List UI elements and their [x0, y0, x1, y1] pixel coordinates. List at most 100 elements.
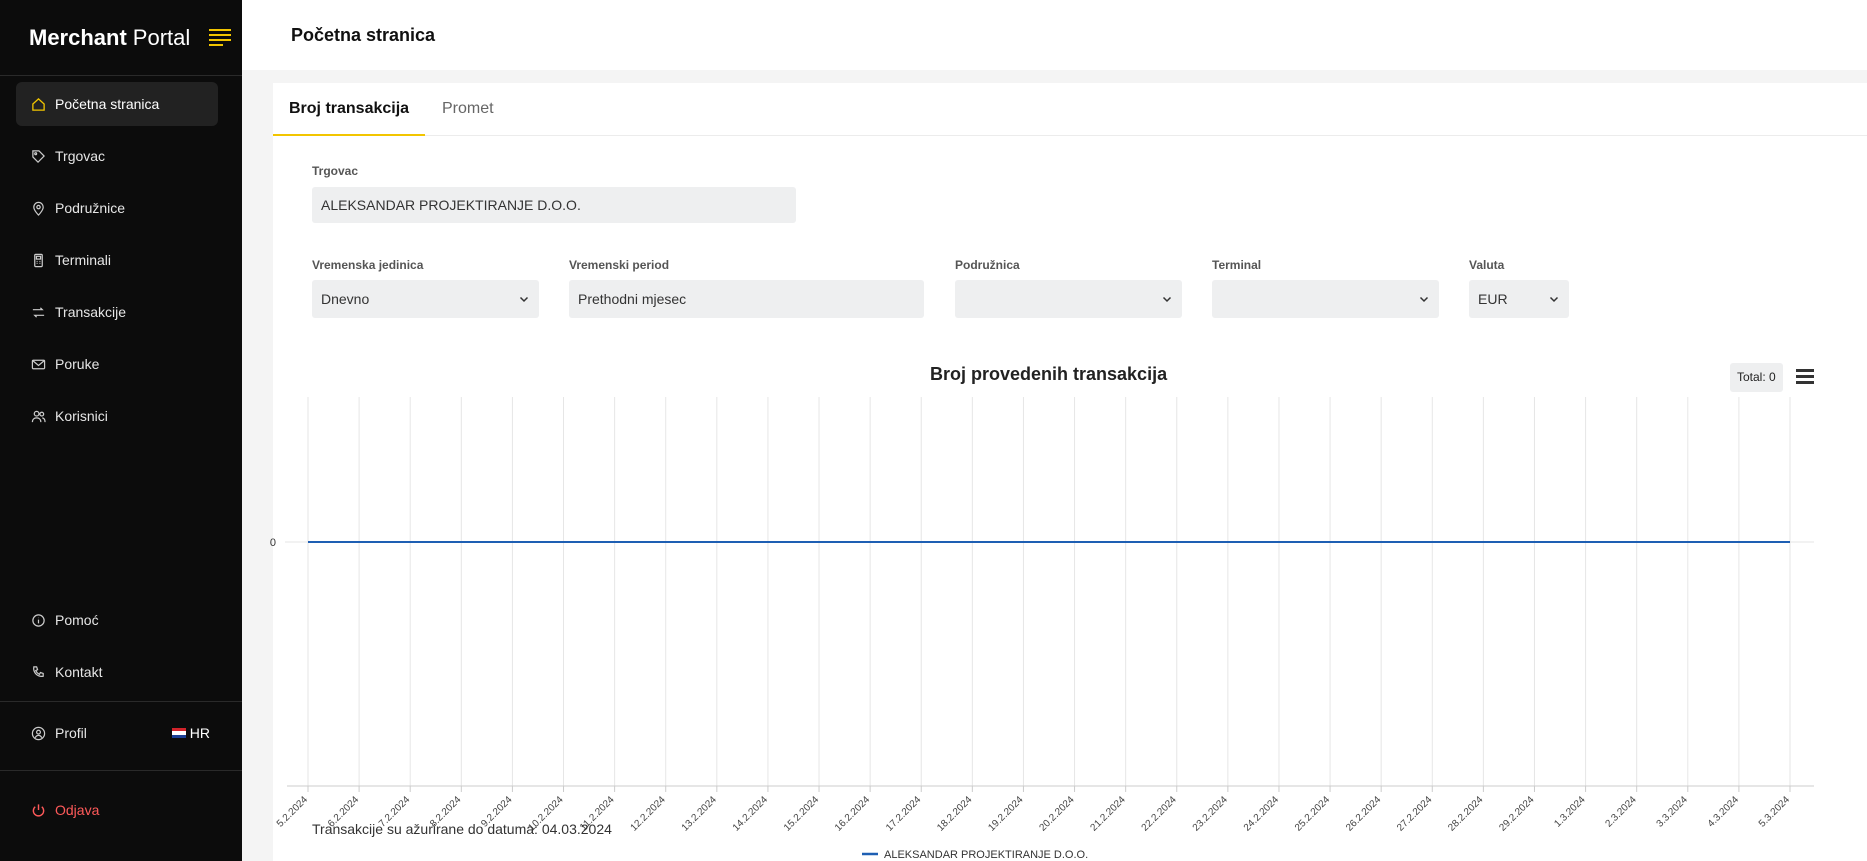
sidebar-item-podruznice[interactable]: Podružnice [16, 186, 218, 230]
power-icon [32, 803, 45, 817]
x-tick-label: 22.2.2024 [1140, 794, 1180, 834]
sidebar-item-korisnici[interactable]: Korisnici [16, 394, 218, 438]
croatia-flag-icon [171, 728, 186, 738]
x-tick-label: 27.2.2024 [1395, 794, 1435, 834]
sidebar-item-label: Transakcije [55, 304, 127, 320]
x-tick-label: 1.3.2024 [1552, 794, 1588, 830]
x-tick-label: 26.2.2024 [1344, 794, 1384, 834]
x-tick-label: 20.2.2024 [1037, 794, 1077, 834]
x-tick-label: 15.2.2024 [782, 794, 822, 834]
merchant-value: ALEKSANDAR PROJEKTIRANJE D.O.O. [321, 197, 581, 213]
time-unit-select[interactable]: Dnevno [312, 280, 539, 318]
x-tick-label: 25.2.2024 [1293, 794, 1333, 834]
x-tick-label: 29.2.2024 [1497, 794, 1537, 834]
main-card: Broj transakcija Promet Trgovac ALEKSAND… [270, 83, 1867, 861]
x-tick-label: 12.2.2024 [629, 794, 669, 834]
home-icon [32, 97, 45, 111]
sidebar-item-transakcije[interactable]: Transakcije [16, 290, 218, 334]
sidebar-item-pocetna[interactable]: Početna stranica [16, 82, 218, 126]
profile-label: Profil [55, 725, 87, 741]
logout-label: Odjava [55, 802, 100, 818]
terminal-label: Terminal [1212, 258, 1262, 272]
x-tick-label: 4.3.2024 [1706, 794, 1742, 830]
tab-broj-transakcija[interactable]: Broj transakcija [273, 83, 426, 136]
y-tick-label: 0 [270, 537, 276, 549]
users-icon [31, 410, 46, 422]
profile-icon [31, 726, 46, 740]
x-tick-label: 5.2.2024 [275, 794, 311, 830]
merchant-field[interactable]: ALEKSANDAR PROJEKTIRANJE D.O.O. [312, 187, 796, 223]
sidebar-item-kontakt[interactable]: Kontakt [16, 650, 218, 694]
location-pin-icon [33, 201, 44, 216]
period-label: Vremenski period [569, 258, 670, 272]
sidebar: Merchant Portal Početna stranica Trgovac… [0, 0, 242, 861]
x-tick-label: 17.2.2024 [884, 794, 924, 834]
brand-name-bold: Merchant [29, 24, 127, 50]
x-tick-label: 21.2.2024 [1089, 794, 1129, 834]
info-icon [32, 613, 45, 627]
sidebar-item-label: Korisnici [55, 408, 108, 424]
sidebar-item-poruke[interactable]: Poruke [16, 342, 218, 386]
brand: Merchant Portal [0, 0, 242, 76]
period-value: Prethodni mjesec [578, 291, 687, 307]
sidebar-item-label: Početna stranica [55, 96, 160, 112]
terminal-select[interactable] [1212, 280, 1439, 318]
phone-icon [33, 665, 44, 677]
chevron-down-icon [1162, 296, 1172, 303]
time-unit-value: Dnevno [321, 291, 370, 307]
updated-note: Transakcije su ažurirane do datuma: 04.0… [312, 821, 612, 837]
tag-icon [32, 149, 45, 163]
contact-label: Kontakt [55, 664, 103, 680]
x-tick-label: 28.2.2024 [1446, 794, 1486, 834]
help-nav: Pomoć Kontakt [16, 598, 218, 702]
period-field[interactable]: Prethodni mjesec [569, 280, 924, 318]
sidebar-item-label: Trgovac [55, 148, 106, 164]
x-tick-label: 14.2.2024 [731, 794, 771, 834]
branch-label: Podružnica [955, 258, 1020, 272]
sidebar-divider [0, 701, 242, 702]
currency-value: EUR [1478, 291, 1508, 307]
branch-select[interactable] [955, 280, 1182, 318]
x-tick-label: 2.3.2024 [1603, 794, 1639, 830]
tab-bar: Broj transakcija Promet [273, 83, 1867, 136]
transactions-line-chart: 05.2.2024 6.2.2024 7.2.2024 8.2.2024 9.2.202… [270, 397, 1814, 861]
tab-promet[interactable]: Promet [426, 83, 510, 136]
x-tick-label: 3.3.2024 [1655, 794, 1691, 830]
x-tick-label: 5.3.2024 [1757, 794, 1793, 830]
chevron-down-icon [519, 296, 529, 303]
x-tick-label: 23.2.2024 [1191, 794, 1231, 834]
sidebar-nav: Početna stranica Trgovac Podružnice Term… [16, 82, 218, 446]
sidebar-item-trgovac[interactable]: Trgovac [16, 134, 218, 178]
x-tick-label: 13.2.2024 [680, 794, 720, 834]
merchant-label: Trgovac [312, 164, 359, 178]
logout-row: Odjava [16, 788, 218, 840]
x-tick-label: 16.2.2024 [833, 794, 873, 834]
chevron-down-icon [1549, 296, 1559, 303]
transfer-arrows-icon [32, 306, 45, 318]
hamburger-menu-icon[interactable] [209, 29, 231, 47]
currency-label: Valuta [1469, 258, 1505, 272]
legend-label: ALEKSANDAR PROJEKTIRANJE D.O.O. [884, 849, 1088, 861]
chart-title: Broj provedenih transakcija [930, 364, 1168, 384]
sidebar-item-label: Poruke [55, 356, 100, 372]
envelope-icon [31, 359, 46, 369]
page-title: Početna stranica [291, 25, 436, 45]
logout-button[interactable]: Odjava [16, 788, 218, 832]
profile-row: Profil HR [16, 711, 218, 763]
sidebar-item-label: Terminali [55, 252, 112, 268]
chevron-down-icon [1419, 296, 1429, 303]
help-label: Pomoć [55, 612, 99, 628]
x-tick-label: 24.2.2024 [1242, 794, 1282, 834]
time-unit-label: Vremenska jedinica [312, 258, 424, 272]
sidebar-item-terminali[interactable]: Terminali [16, 238, 218, 282]
language-code: HR [189, 725, 210, 741]
page-header: Početna stranica [242, 0, 1867, 70]
sidebar-item-label: Podružnice [55, 200, 126, 216]
language-switcher[interactable]: HR [171, 711, 210, 755]
sidebar-item-pomoc[interactable]: Pomoć [16, 598, 218, 642]
x-tick-label: 19.2.2024 [986, 794, 1026, 834]
currency-select[interactable]: EUR [1469, 280, 1569, 318]
x-tick-label: 18.2.2024 [935, 794, 975, 834]
brand-name-light: Portal [132, 24, 191, 50]
sidebar-divider [0, 770, 242, 771]
